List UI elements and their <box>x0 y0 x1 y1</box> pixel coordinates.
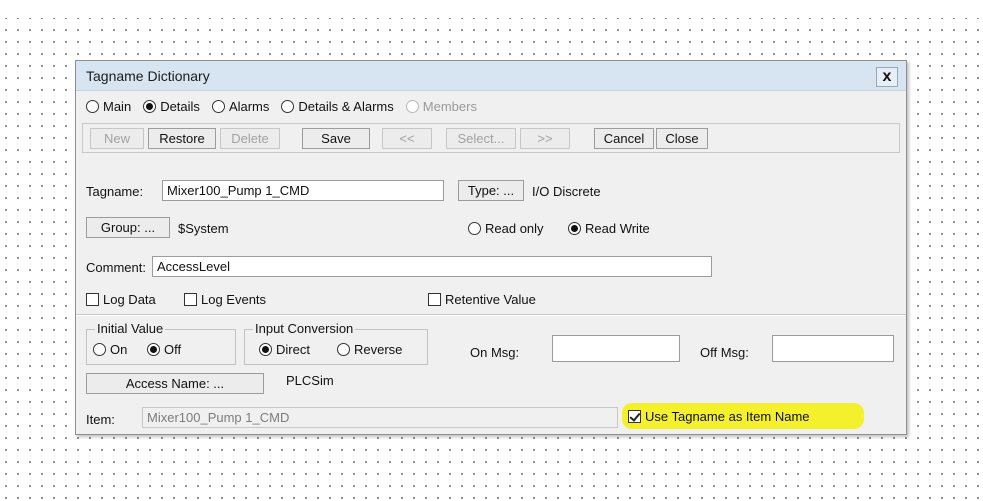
close-icon[interactable]: x <box>876 67 898 87</box>
restore-button[interactable]: Restore <box>148 128 216 149</box>
radio-alarms[interactable] <box>211 100 225 113</box>
view-option-members: Members <box>405 99 477 114</box>
type-value: I/O Discrete <box>532 184 601 199</box>
view-option-alarms[interactable]: Alarms <box>211 99 269 114</box>
item-input[interactable]: Mixer100_Pump 1_CMD <box>142 407 618 428</box>
radio-initial-off[interactable] <box>147 343 160 356</box>
read-only-option[interactable]: Read only <box>468 221 544 236</box>
type-button[interactable]: Type: ... <box>458 180 524 201</box>
next-button[interactable]: >> <box>520 128 570 149</box>
radio-reverse[interactable] <box>337 343 350 356</box>
radio-main[interactable] <box>86 100 99 113</box>
radio-read-only[interactable] <box>468 222 481 235</box>
view-option-details-alarms[interactable]: Details & Alarms <box>281 99 394 114</box>
log-data-checkbox[interactable]: Log Data <box>86 292 156 307</box>
comment-label: Comment: <box>86 260 146 275</box>
log-data-check[interactable] <box>86 293 99 306</box>
radio-direct[interactable] <box>259 343 272 356</box>
reverse-option[interactable]: Reverse <box>337 342 402 357</box>
read-write-option[interactable]: Read Write <box>568 221 650 236</box>
input-conversion-legend: Input Conversion <box>253 321 356 336</box>
initial-value-group: Initial Value On Off <box>86 321 236 365</box>
log-events-checkbox[interactable]: Log Events <box>184 292 266 307</box>
title-bar: Tagname Dictionary x <box>76 61 906 91</box>
log-events-check[interactable] <box>184 293 197 306</box>
comment-input[interactable]: AccessLevel <box>152 256 712 277</box>
access-name-button[interactable]: Access Name: ... <box>86 373 264 394</box>
initial-off-option[interactable]: Off <box>147 342 181 357</box>
use-tagname-checkbox[interactable]: Use Tagname as Item Name <box>628 409 810 424</box>
off-msg-input[interactable] <box>772 335 894 362</box>
off-msg-label: Off Msg: <box>700 345 749 360</box>
select-button[interactable]: Select... <box>446 128 516 149</box>
initial-value-legend: Initial Value <box>95 321 166 336</box>
on-msg-label: On Msg: <box>470 345 520 360</box>
view-mode-options: Main Details Alarms Details & Alarms Mem… <box>86 99 477 114</box>
dialog-title: Tagname Dictionary <box>86 68 210 84</box>
access-name-value: PLCSim <box>286 373 334 388</box>
new-button[interactable]: New <box>90 128 144 149</box>
on-msg-input[interactable] <box>552 335 680 362</box>
radio-details-alarms[interactable] <box>281 100 295 113</box>
input-conversion-group: Input Conversion Direct Reverse <box>244 321 428 365</box>
background-text-fragment <box>0 0 983 18</box>
view-option-details[interactable]: Details <box>143 99 200 114</box>
save-button[interactable]: Save <box>302 128 370 149</box>
radio-initial-on[interactable] <box>93 343 106 356</box>
tagname-input[interactable]: Mixer100_Pump 1_CMD <box>162 180 444 201</box>
initial-on-option[interactable]: On <box>93 342 127 357</box>
radio-read-write[interactable] <box>568 222 581 235</box>
group-button[interactable]: Group: ... <box>86 217 170 238</box>
close-button[interactable]: Close <box>656 128 708 149</box>
section-divider <box>76 314 906 316</box>
radio-details[interactable] <box>143 100 157 113</box>
delete-button[interactable]: Delete <box>220 128 280 149</box>
radio-members <box>405 100 419 113</box>
cancel-button[interactable]: Cancel <box>594 128 654 149</box>
retentive-value-check[interactable] <box>428 293 441 306</box>
tagname-label: Tagname: <box>86 184 144 199</box>
tagname-dictionary-dialog: Tagname Dictionary x Main Details Alarms… <box>75 60 907 435</box>
direct-option[interactable]: Direct <box>259 342 310 357</box>
view-option-main[interactable]: Main <box>86 99 131 114</box>
item-label: Item: <box>86 412 115 427</box>
use-tagname-check[interactable] <box>628 410 641 423</box>
retentive-value-checkbox[interactable]: Retentive Value <box>428 292 536 307</box>
group-value: $System <box>178 221 229 236</box>
previous-button[interactable]: << <box>382 128 432 149</box>
